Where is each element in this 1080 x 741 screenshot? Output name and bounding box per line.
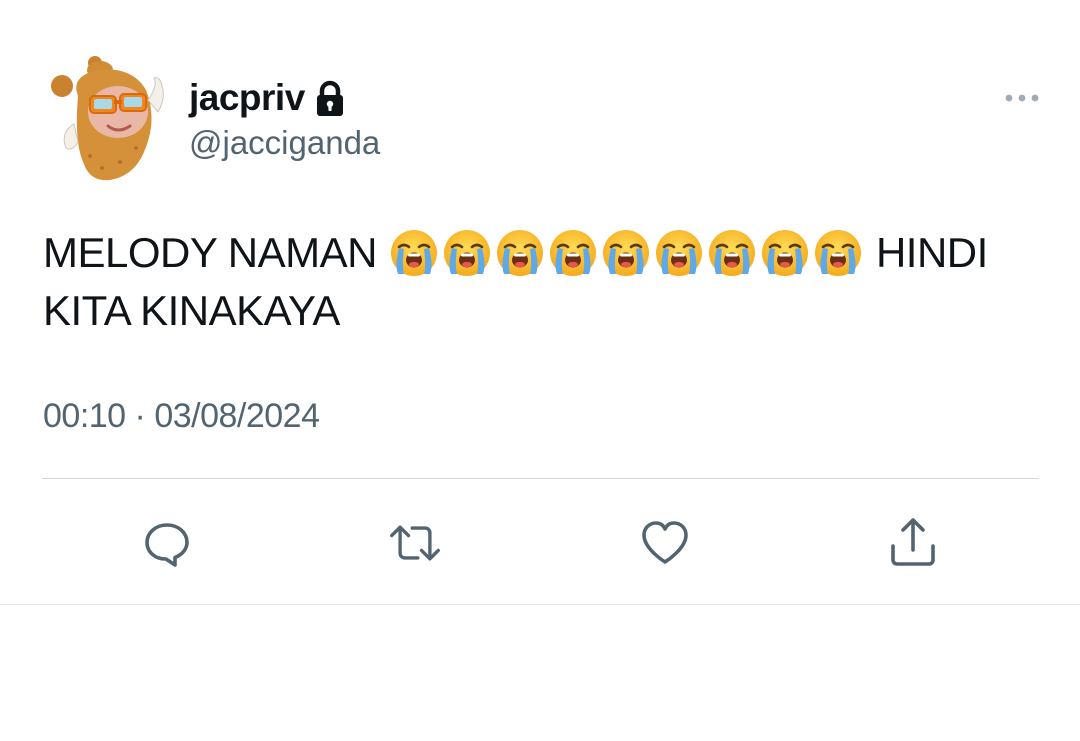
timestamp-separator: · [134, 397, 146, 435]
retweet-button[interactable] [388, 516, 442, 570]
like-button[interactable] [638, 516, 692, 570]
tweet-text: MELODY NAMAN HINDI KITA KINAKAYA [43, 224, 1043, 340]
loudly-crying-face-emoji [443, 230, 490, 276]
avatar-image [51, 56, 164, 181]
loudly-crying-face-emoji [814, 230, 861, 276]
author-name-row: jacpriv [189, 76, 345, 120]
tweet-text-segment: MELODY NAMAN [43, 229, 377, 276]
heart-icon [642, 521, 688, 564]
loudly-crying-face-emoji [496, 230, 543, 276]
tweet-timestamp[interactable]: 00:10 · 03/08/2024 [43, 397, 320, 436]
loudly-crying-face-emoji [549, 230, 596, 276]
loudly-crying-face-emoji [602, 230, 649, 276]
display-name[interactable]: jacpriv [189, 77, 305, 119]
more-options-icon[interactable] [1000, 88, 1044, 108]
tweet-text-segment: KITA KINAKAYA [43, 287, 340, 334]
tweet-text-segment: HINDI [875, 229, 988, 276]
divider [42, 478, 1039, 479]
share-button[interactable] [886, 516, 940, 570]
user-handle[interactable]: @jacciganda [189, 124, 380, 162]
tweet-date: 03/08/2024 [154, 397, 320, 435]
tweet-text-line-2: KITA KINAKAYA [43, 282, 1043, 340]
loudly-crying-face-emoji [655, 230, 702, 276]
divider [0, 604, 1080, 605]
reply-button[interactable] [140, 516, 194, 570]
tweet-text-line-1: MELODY NAMAN HINDI [43, 224, 1043, 282]
avatar[interactable] [50, 56, 172, 184]
tweet-time: 00:10 [43, 397, 126, 435]
retweet-arrows-icon [390, 525, 440, 561]
share-upload-icon [891, 518, 935, 566]
emoji-group [389, 228, 863, 278]
lock-icon [316, 80, 343, 116]
loudly-crying-face-emoji [390, 230, 437, 276]
speech-bubble-icon [145, 523, 189, 567]
loudly-crying-face-emoji [708, 230, 755, 276]
loudly-crying-face-emoji [761, 230, 808, 276]
